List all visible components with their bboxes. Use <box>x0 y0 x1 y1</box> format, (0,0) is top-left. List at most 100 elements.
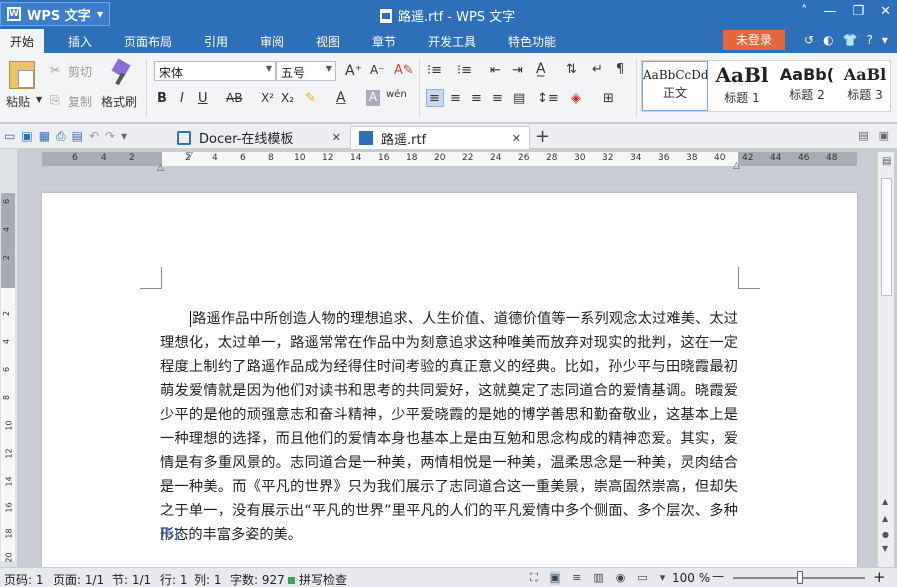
right-indent-marker[interactable]: △ <box>733 161 740 171</box>
scroll-up-icon[interactable]: ▲ <box>882 497 888 506</box>
collapse-ribbon-button[interactable]: ˄ <box>801 4 808 19</box>
align-left-icon[interactable]: ≡ <box>429 91 440 106</box>
page-view-icon[interactable]: ▣ <box>549 571 561 585</box>
tab-page-layout[interactable]: 页面布局 <box>124 33 172 50</box>
status-section[interactable]: 节: 1/1 <box>112 571 151 587</box>
zoom-out-button[interactable]: — <box>712 569 724 583</box>
tab-view[interactable]: 视图 <box>316 33 340 50</box>
shirt-icon[interactable]: 👕 <box>843 33 858 47</box>
spell-check-toggle[interactable]: 拼写检查 <box>288 571 347 587</box>
help-icon[interactable]: ? <box>867 33 873 47</box>
close-tab-icon[interactable]: ✕ <box>512 132 521 145</box>
italic-icon[interactable]: I <box>180 91 184 106</box>
shading-icon[interactable]: ◈ <box>571 91 581 106</box>
select-browse-icon[interactable]: ● <box>882 530 889 539</box>
first-line-indent-marker[interactable]: ▽ <box>186 151 193 161</box>
print-icon[interactable]: ⎙ <box>56 129 66 144</box>
web-view-icon[interactable]: ▥ <box>593 571 603 585</box>
style-heading-1[interactable]: AaBl 标题 1 <box>710 61 774 111</box>
para-mark-icon[interactable]: ¶ <box>616 62 624 77</box>
close-button[interactable]: ✕ <box>880 4 891 19</box>
numbering-icon[interactable]: ⁝≡ <box>457 63 472 78</box>
justify-icon[interactable]: ≡ <box>492 91 503 106</box>
close-tab-icon[interactable]: ✕ <box>332 131 341 144</box>
tab-review[interactable]: 审阅 <box>260 33 284 50</box>
tab-special[interactable]: 特色功能 <box>508 33 556 50</box>
app-menu-button[interactable]: W WPS 文字 ▼ <box>0 2 110 26</box>
tab-document[interactable]: 路遥.rtf ✕ <box>350 126 530 149</box>
reference-link[interactable]: [6] <box>160 527 178 542</box>
sync-icon[interactable]: ↺ <box>804 33 814 47</box>
show-marks-icon[interactable]: ↵ <box>592 62 603 77</box>
minimize-button[interactable]: — <box>823 4 836 19</box>
borders-icon[interactable]: ⊞ <box>603 91 614 106</box>
style-normal[interactable]: AaBbCcDd 正文 <box>642 61 708 111</box>
bold-icon[interactable]: B <box>157 91 167 106</box>
vertical-scrollbar[interactable]: ▤ ▲ ▲ ● ▼ <box>877 152 894 567</box>
next-page-icon[interactable]: ▼ <box>882 544 888 553</box>
copy-label[interactable]: 复制 <box>68 93 92 110</box>
status-column[interactable]: 列: 1 <box>194 571 222 587</box>
login-button[interactable]: 未登录 <box>723 30 785 50</box>
phonetic-guide-icon[interactable]: wén <box>386 89 407 100</box>
scrollbar-thumb[interactable] <box>881 178 892 296</box>
strikethrough-icon[interactable]: AB <box>226 91 242 105</box>
tab-docer-templates[interactable]: Docer-在线模板 ✕ <box>169 126 349 149</box>
tab-chapter[interactable]: 章节 <box>372 33 396 50</box>
highlight-icon[interactable]: ✎ <box>305 91 316 106</box>
distributed-icon[interactable]: ▤ <box>513 91 525 106</box>
maximize-button[interactable]: ❐ <box>852 4 864 19</box>
new-tab-button[interactable]: + <box>535 126 550 147</box>
text-effects-icon[interactable]: A̲ <box>536 61 546 77</box>
eye-protect-icon[interactable]: ▭ <box>637 571 647 585</box>
open-folder-icon[interactable]: ▭ <box>4 129 15 144</box>
line-spacing-icon[interactable]: ↕≡ <box>537 91 559 106</box>
font-color-icon[interactable]: A <box>336 90 346 106</box>
paste-icon[interactable] <box>9 61 35 89</box>
increase-indent-icon[interactable]: ⇥ <box>512 63 523 78</box>
clear-format-icon[interactable]: A✎ <box>394 63 414 78</box>
status-row[interactable]: 行: 1 <box>160 571 188 587</box>
zoom-in-button[interactable]: + <box>873 568 886 586</box>
view-dropdown-icon[interactable]: ▾ <box>660 571 666 585</box>
status-page-number[interactable]: 页码: 1 <box>4 571 44 587</box>
tab-developer[interactable]: 开发工具 <box>428 33 476 50</box>
save-icon[interactable]: ▣ <box>21 129 32 144</box>
print-preview-icon[interactable]: ▤ <box>72 129 83 144</box>
paste-dropdown-icon[interactable]: ▼ <box>36 95 42 104</box>
format-painter-icon[interactable] <box>109 61 131 87</box>
shrink-font-icon[interactable]: A⁻ <box>370 63 385 77</box>
status-pages[interactable]: 页面: 1/1 <box>53 571 104 587</box>
left-indent-marker[interactable]: △ <box>157 163 164 173</box>
skin-toggle-icon[interactable]: ◐ <box>823 33 833 47</box>
underline-icon[interactable]: U <box>198 91 208 106</box>
char-shading-icon[interactable]: A <box>366 90 380 106</box>
bullets-icon[interactable]: ⁝≡ <box>427 63 442 78</box>
redo-icon[interactable]: ↷ <box>105 129 115 144</box>
align-right-icon[interactable]: ≡ <box>471 91 482 106</box>
tab-insert[interactable]: 插入 <box>68 33 92 50</box>
tab-home[interactable]: 开始 <box>0 29 45 53</box>
document-body[interactable]: 路遥作品中所创造人物的理想追求、人生价值、道德价值等一系列观念太过难美、太过理想… <box>160 307 738 547</box>
zoom-level[interactable]: 100 % <box>672 571 710 585</box>
align-center-icon[interactable]: ≡ <box>450 91 461 106</box>
tab-menu-icon[interactable]: ▣ <box>879 129 889 142</box>
grow-font-icon[interactable]: A⁺ <box>345 63 362 79</box>
subscript-icon[interactable]: X₂ <box>281 91 294 105</box>
paste-label[interactable]: 粘贴 <box>6 93 30 110</box>
status-word-count[interactable]: 字数: 927 <box>230 571 285 587</box>
decrease-indent-icon[interactable]: ⇤ <box>490 63 501 78</box>
tab-list-icon[interactable]: ▤ <box>858 129 868 142</box>
sort-icon[interactable]: ⇅ <box>566 62 577 77</box>
prev-page-icon[interactable]: ▲ <box>882 514 888 523</box>
zoom-slider-thumb[interactable] <box>797 571 803 584</box>
font-name-select[interactable]: 宋体 ▼ <box>154 61 276 81</box>
undo-icon[interactable]: ↶ <box>89 129 99 144</box>
menu-dropdown-icon[interactable]: ▾ <box>882 33 888 47</box>
style-heading-3[interactable]: AaBl 标题 3 <box>840 61 890 111</box>
style-heading-2[interactable]: AaBb( 标题 2 <box>776 61 838 111</box>
document-page[interactable]: 路遥作品中所创造人物的理想追求、人生价值、道德价值等一系列观念太过难美、太过理想… <box>42 193 857 567</box>
tab-references[interactable]: 引用 <box>204 33 228 50</box>
qa-dropdown-icon[interactable]: ▾ <box>121 129 127 144</box>
ruler-toggle-icon[interactable]: ▤ <box>882 156 891 167</box>
